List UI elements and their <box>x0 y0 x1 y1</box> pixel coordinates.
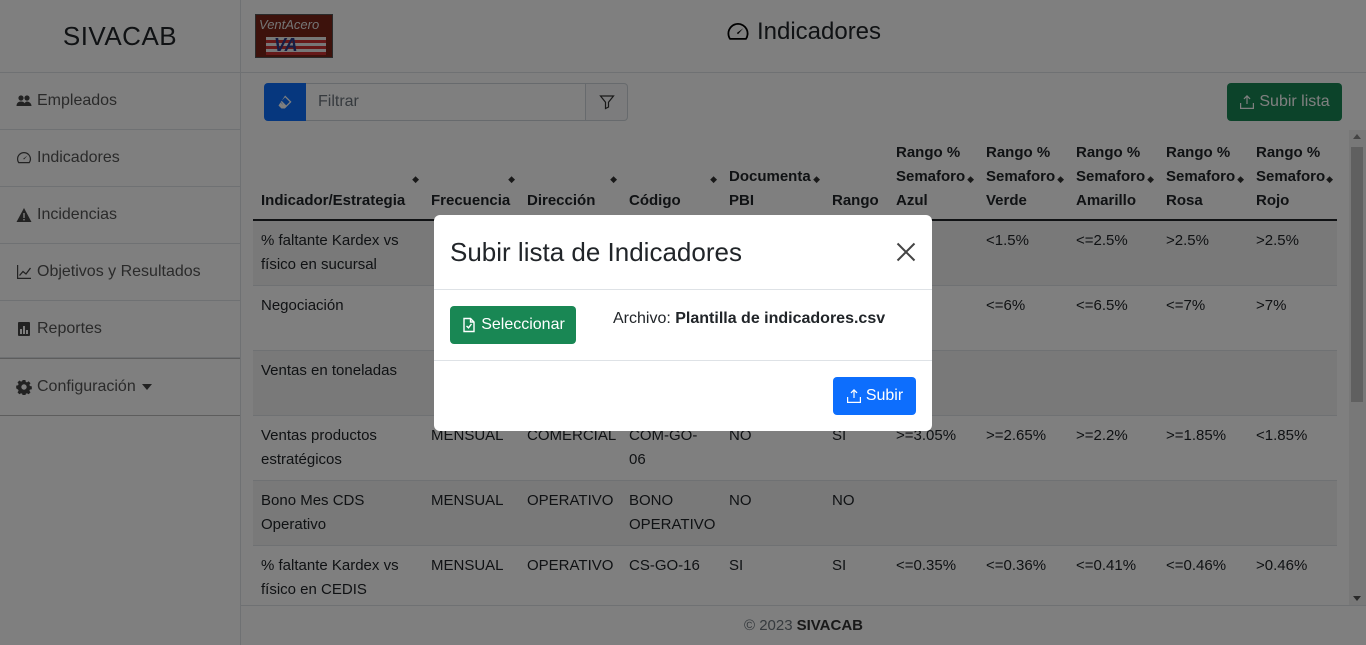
modal-title: Subir lista de Indicadores <box>450 236 742 267</box>
select-file-label: Seleccionar <box>481 316 565 333</box>
submit-upload-label: Subir <box>865 387 904 404</box>
modal-footer: Subir <box>434 361 932 431</box>
file-icon <box>463 317 475 333</box>
file-name: Plantilla de indicadores.csv <box>675 310 886 327</box>
modal-header: Subir lista de Indicadores <box>434 215 932 290</box>
select-file-button[interactable]: Seleccionar <box>450 306 576 344</box>
upload-modal: Subir lista de Indicadores Seleccionar A… <box>434 215 932 431</box>
upload-icon <box>846 389 861 403</box>
submit-upload-button[interactable]: Subir <box>833 377 916 415</box>
file-label: Archivo: <box>613 310 671 327</box>
file-info: Archivo: Plantilla de indicadores.csv <box>613 310 885 328</box>
modal-body: Seleccionar Archivo: Plantilla de indica… <box>434 290 932 361</box>
close-icon[interactable] <box>896 242 916 262</box>
app-root: SIVACAB Empleados Indicadores Incidencia… <box>0 0 1366 645</box>
